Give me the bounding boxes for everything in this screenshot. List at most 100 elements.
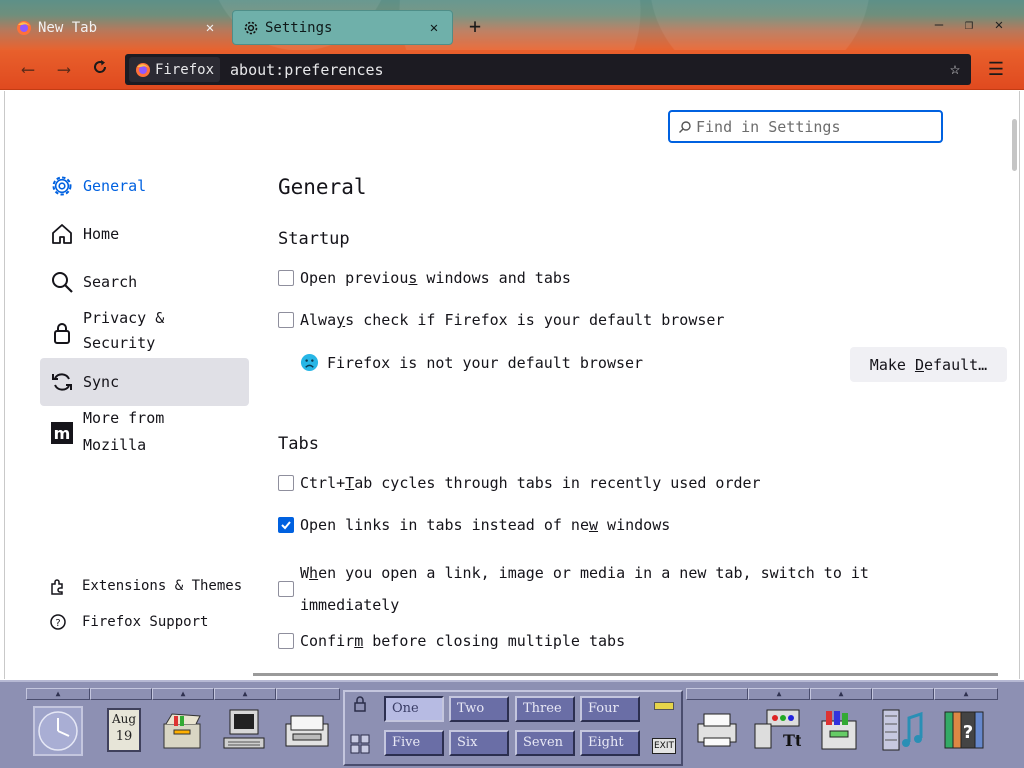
svg-text:Tt: Tt <box>783 731 801 750</box>
not-default-text: Firefox is not your default browser <box>327 353 644 372</box>
page-title: General <box>278 175 367 199</box>
application-manager-icon[interactable] <box>815 706 863 754</box>
search-input[interactable] <box>696 117 936 136</box>
open-previous-windows-option[interactable]: Open previous windows and tabs <box>278 269 571 287</box>
subpanel-arrow-icon[interactable]: ▲ <box>748 688 810 700</box>
confirm-close-checkbox[interactable] <box>278 633 294 649</box>
option-label: Always check if Firefox is your default … <box>300 311 725 329</box>
sidebar-item-sync[interactable]: Sync <box>40 358 249 406</box>
not-default-message: Firefox is not your default browser <box>300 353 643 372</box>
subpanel-arrow-icon[interactable]: ▲ <box>934 688 998 700</box>
firefox-support-link[interactable]: ? Firefox Support <box>48 610 208 634</box>
subpanel-arrow-icon[interactable] <box>276 688 340 700</box>
sidebar-item-label-line1: Privacy & <box>83 309 165 327</box>
make-default-button[interactable]: Make Default… <box>850 347 1007 382</box>
reload-button[interactable] <box>88 58 112 82</box>
audio-video-icon[interactable] <box>878 706 926 754</box>
horizontal-scrollbar[interactable] <box>253 673 998 676</box>
option-label: Open previous windows and tabs <box>300 269 571 287</box>
sidebar-item-more-from-mozilla[interactable]: m More from Mozilla <box>40 405 249 461</box>
workspace-button-five[interactable]: Five <box>384 730 444 756</box>
switch-to-tab-checkbox[interactable] <box>278 581 294 597</box>
close-tab-icon[interactable]: ✕ <box>426 20 442 36</box>
close-tab-icon[interactable]: ✕ <box>202 20 218 36</box>
workspace-button-seven[interactable]: Seven <box>515 730 575 756</box>
tab-title: New Tab <box>38 19 98 36</box>
exit-button[interactable]: EXIT <box>652 738 676 754</box>
open-links-checkbox[interactable] <box>278 517 294 533</box>
sidebar-item-label: Sync <box>83 373 120 391</box>
open-previous-checkbox[interactable] <box>278 270 294 286</box>
minimize-icon[interactable]: — <box>930 16 948 34</box>
open-links-in-tabs-option[interactable]: Open links in tabs instead of new window… <box>278 516 670 534</box>
lock-icon <box>49 320 75 346</box>
gear-icon <box>243 20 259 36</box>
workspace-button-three[interactable]: Three <box>515 696 575 722</box>
sync-icon <box>49 369 75 395</box>
confirm-close-option[interactable]: Confirm before closing multiple tabs <box>278 632 625 650</box>
printer-icon[interactable] <box>693 706 741 754</box>
extensions-themes-link[interactable]: Extensions & Themes <box>48 574 242 598</box>
terminal-icon[interactable] <box>220 706 268 754</box>
sidebar-item-label-line1: More from <box>83 409 165 427</box>
subpanel-arrow-icon[interactable]: ▲ <box>26 688 90 700</box>
settings-page: General Home Search Privacy & Security S… <box>0 91 1024 679</box>
close-window-icon[interactable]: ✕ <box>990 16 1008 34</box>
help-icon: ? <box>48 612 68 632</box>
workspace-button-four[interactable]: Four <box>580 696 640 722</box>
lock-screen-icon[interactable] <box>351 696 369 714</box>
tab-title: Settings <box>265 19 333 36</box>
sidebar-item-label-line2: Security <box>83 334 156 352</box>
window-list-icon[interactable] <box>350 734 370 754</box>
sidebar-item-privacy-security[interactable]: Privacy & Security <box>40 305 249 361</box>
bookmark-star-icon[interactable]: ☆ <box>945 59 965 79</box>
url-text[interactable]: about:preferences <box>230 61 384 79</box>
ctrl-tab-checkbox[interactable] <box>278 475 294 491</box>
svg-text:m: m <box>54 424 71 443</box>
calendar-icon[interactable]: Aug 19 <box>100 706 148 754</box>
subpanel-arrow-icon[interactable]: ▲ <box>810 688 872 700</box>
clock-icon[interactable] <box>33 706 83 756</box>
always-check-default-checkbox[interactable] <box>278 312 294 328</box>
workspace-button-two[interactable]: Two <box>449 696 509 722</box>
subpanel-arrow-icon[interactable]: ▲ <box>214 688 276 700</box>
hamburger-menu-icon[interactable]: ☰ <box>984 58 1008 82</box>
vertical-scrollbar[interactable] <box>1012 119 1017 171</box>
always-check-default-option[interactable]: Always check if Firefox is your default … <box>278 311 724 329</box>
new-tab-button[interactable]: + <box>463 14 487 38</box>
puzzle-icon <box>48 576 68 596</box>
workspace-button-six[interactable]: Six <box>449 730 509 756</box>
style-manager-icon[interactable]: Tt <box>753 706 801 754</box>
sidebar-item-general[interactable]: General <box>40 171 249 201</box>
identity-label: Firefox <box>155 61 215 78</box>
sidebar-item-home[interactable]: Home <box>40 219 249 249</box>
mailer-icon[interactable] <box>283 706 331 754</box>
startup-heading: Startup <box>278 229 350 249</box>
switch-to-new-tab-option[interactable]: When you open a link, image or media in … <box>278 557 938 621</box>
help-manager-icon[interactable]: ? <box>940 706 988 754</box>
file-manager-icon[interactable] <box>158 706 206 754</box>
tab-settings[interactable]: Settings ✕ <box>232 10 453 45</box>
subpanel-arrow-icon[interactable] <box>872 688 934 700</box>
workspace-button-eight[interactable]: Eight <box>580 730 640 756</box>
tabs-heading: Tabs <box>278 434 319 454</box>
identity-box[interactable]: Firefox <box>129 57 221 82</box>
back-button[interactable]: ⟵ <box>16 58 40 82</box>
tab-strip: New Tab ✕ Settings ✕ + — ❐ ✕ <box>0 0 1024 50</box>
subpanel-arrow-icon[interactable]: ▲ <box>152 688 214 700</box>
desktop-front-panel: ▲ ▲ ▲ ▲ ▲ ▲ Aug 19 One Two Three Four Fi… <box>0 680 1024 768</box>
subpanel-arrow-icon[interactable] <box>686 688 748 700</box>
url-bar[interactable]: Firefox about:preferences ☆ <box>125 54 971 85</box>
svg-text:?: ? <box>963 722 973 743</box>
option-label: When you open a link, image or media in … <box>300 564 869 614</box>
firefox-support-label: Firefox Support <box>82 614 209 630</box>
sidebar-item-search[interactable]: Search <box>40 267 249 297</box>
forward-button[interactable]: ⟶ <box>52 58 76 82</box>
ctrl-tab-option[interactable]: Ctrl+Tab cycles through tabs in recently… <box>278 474 761 492</box>
subpanel-arrow-icon[interactable] <box>90 688 152 700</box>
sidebar-item-label: General <box>83 177 147 195</box>
workspace-button-one[interactable]: One <box>384 696 444 722</box>
restore-icon[interactable]: ❐ <box>960 16 978 34</box>
find-in-settings-field[interactable] <box>668 110 943 143</box>
tab-new-tab[interactable]: New Tab ✕ <box>6 10 228 45</box>
